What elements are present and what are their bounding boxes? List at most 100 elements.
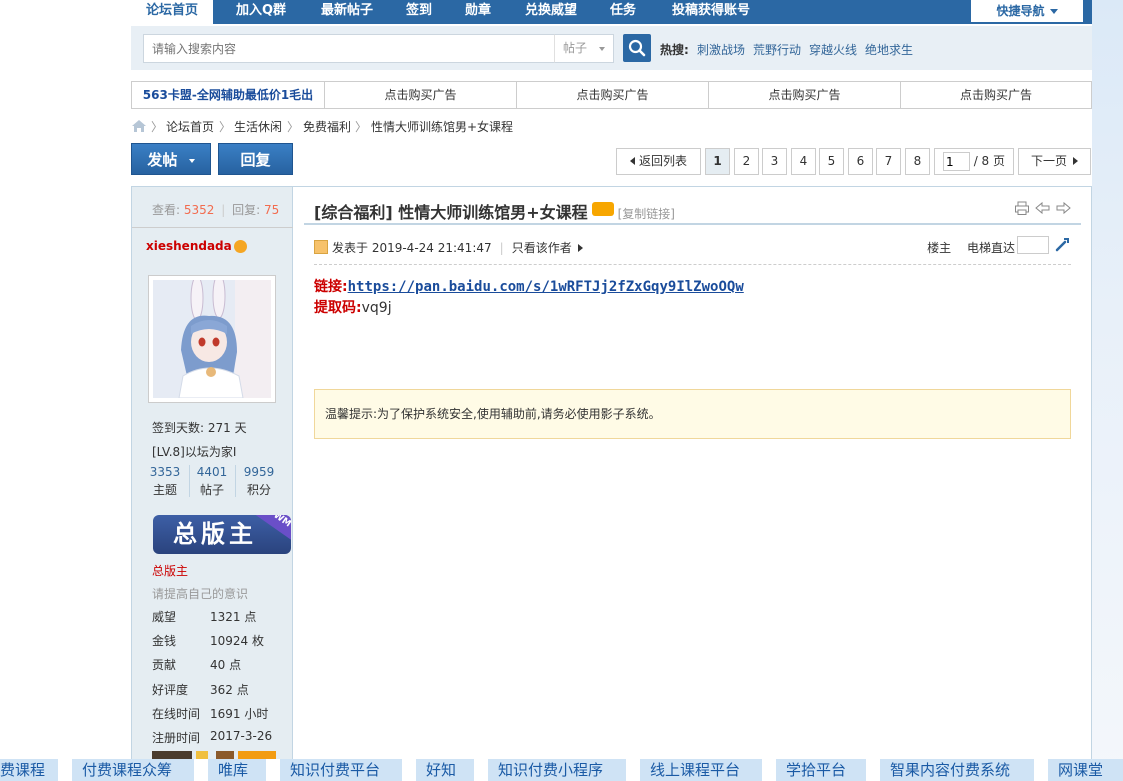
user-level[interactable]: [LV.8]以坛为家I [152,443,236,460]
strip-link[interactable]: 智果内容付费系统 [890,759,1010,781]
nav-item-join-qq[interactable]: 加入Q群 [223,0,299,24]
only-author-link[interactable]: 只看该作者 [512,241,583,255]
page-jump-input[interactable] [943,152,970,171]
hot-icon [591,202,614,216]
breadcrumb-item[interactable]: 性情大师训练馆男+女课程 [371,118,513,135]
search-button[interactable] [623,34,651,62]
warning-tip: 温馨提示:为了保护系统安全,使用辅助前,请务必使用影子系统。 [314,389,1071,439]
back-to-list-button[interactable]: 返回列表 [616,148,701,175]
meta-divider [314,264,1071,265]
floor-jump-input[interactable] [1017,236,1049,254]
stat-threads[interactable]: 3353 主题 [146,465,184,498]
profile-value: 2017-3-26 [210,729,273,743]
meta-separator: | [499,241,504,255]
search-type-select[interactable]: 帖子 [554,34,614,63]
search-icon [628,39,646,57]
reply-label: 回复 [240,151,271,169]
quick-nav-button[interactable]: 快捷导航 [971,0,1083,22]
next-page-button[interactable]: 下一页 [1018,148,1091,175]
replies-label: 回复: [232,203,261,217]
reply-button[interactable]: 回复 [218,143,293,175]
author-name[interactable]: xieshendada [146,239,247,253]
search-bar: 帖子 热搜: 刺激战场 荒野行动 穿越火线 绝地求生 [131,26,1092,70]
ad-link[interactable]: 点击购买广告 [900,82,1091,108]
strip-link[interactable]: 网课堂 [1058,759,1103,781]
strip-gap [266,759,280,781]
stat-number: 9959 [243,465,275,479]
nav-item-medals[interactable]: 勋章 [454,0,502,24]
download-link[interactable]: https://pan.baidu.com/s/1wRFTJj2fZxGqy9I… [348,279,744,295]
page-link[interactable]: 3 [762,148,787,175]
breadcrumb-item[interactable]: 论坛首页 [166,118,214,135]
stat-posts[interactable]: 4401 帖子 [194,465,230,498]
divider [189,465,190,497]
strip-gap [762,759,776,781]
profile-key: 在线时间 [152,707,201,721]
hot-link[interactable]: 绝地求生 [865,41,913,58]
home-icon[interactable] [131,119,147,133]
previous-thread-icon[interactable] [1035,201,1051,215]
page-link-current[interactable]: 1 [705,148,730,175]
medal-icon[interactable] [216,751,234,759]
medal-icon[interactable] [196,751,208,759]
top-nav: 论坛首页 加入Q群 最新帖子 签到 勋章 兑换威望 任务 投稿获得账号 快捷导航 [131,0,1092,24]
search-input[interactable] [143,34,567,63]
strip-gap [474,759,488,781]
print-icon[interactable] [1014,201,1030,215]
nav-item-submit[interactable]: 投稿获得账号 [659,0,763,24]
strip-link[interactable]: 知识付费平台 [290,759,380,781]
nav-item-home[interactable]: 论坛首页 [131,0,213,24]
breadcrumb-item[interactable]: 免费福利 [303,118,351,135]
page-link[interactable]: 2 [734,148,759,175]
nav-item-tasks[interactable]: 任务 [599,0,647,24]
stat-number: 4401 [196,465,228,479]
hot-link[interactable]: 荒野行动 [753,41,801,58]
go-icon[interactable] [1055,236,1071,252]
page-link[interactable]: 8 [905,148,930,175]
verified-icon [233,240,247,253]
strip-link[interactable]: 付费课程众筹 [82,759,172,781]
hot-link[interactable]: 穿越火线 [809,41,857,58]
strip-link[interactable]: 费课程 [0,759,45,781]
post-title: [综合福利] 性情大师训练馆男+女课程 [复制链接] [314,199,675,223]
strip-link[interactable]: 唯库 [218,759,248,781]
avatar[interactable] [148,275,276,403]
strip-gap [1034,759,1048,781]
new-post-button[interactable]: 发帖 [131,143,211,175]
profile-row: 在线时间 1691 小时 [152,705,268,722]
page-link[interactable]: 5 [819,148,844,175]
divider [132,227,293,228]
stat-points[interactable]: 9959 积分 [240,465,278,498]
page-link[interactable]: 6 [848,148,873,175]
page-link[interactable]: 7 [876,148,901,175]
nav-item-exchange[interactable]: 兑换威望 [513,0,589,24]
strip-link[interactable]: 好知 [426,759,456,781]
hot-link[interactable]: 刺激战场 [697,41,745,58]
strip-link[interactable]: 学拾平台 [786,759,846,781]
replies-count: 75 [264,203,280,217]
nav-item-signin[interactable]: 签到 [395,0,443,24]
post-content: 链接:https://pan.baidu.com/s/1wRFTJj2fZxGq… [314,277,744,319]
avatar-image [153,280,271,398]
page-total: / 8 页 [973,154,1005,168]
nav-item-latest[interactable]: 最新帖子 [309,0,385,24]
ad-link[interactable]: 563卡盟-全网辅助最低价1毛出 [132,82,324,108]
page-link[interactable]: 4 [791,148,816,175]
ad-link[interactable]: 点击购买广告 [324,82,516,108]
user-role[interactable]: 总版主 [152,562,188,579]
strip-link[interactable]: 线上课程平台 [650,759,740,781]
breadcrumb-item[interactable]: 生活休闲 [234,118,282,135]
elevator-label: 电梯直达 [966,241,1015,255]
code-label: 提取码: [314,300,362,316]
breadcrumb-separator: 〉 [287,120,300,134]
extract-code: vq9j [361,300,392,316]
medal-icon[interactable] [238,751,276,759]
profile-key: 注册时间 [152,731,201,745]
medal-icon[interactable] [152,751,192,759]
next-thread-icon[interactable] [1055,201,1071,215]
strip-link[interactable]: 知识付费小程序 [498,759,603,781]
ad-link[interactable]: 点击购买广告 [516,82,708,108]
copy-link-button[interactable]: [复制链接] [618,207,675,221]
ad-link[interactable]: 点击购买广告 [708,82,900,108]
strip-gap [58,759,72,781]
